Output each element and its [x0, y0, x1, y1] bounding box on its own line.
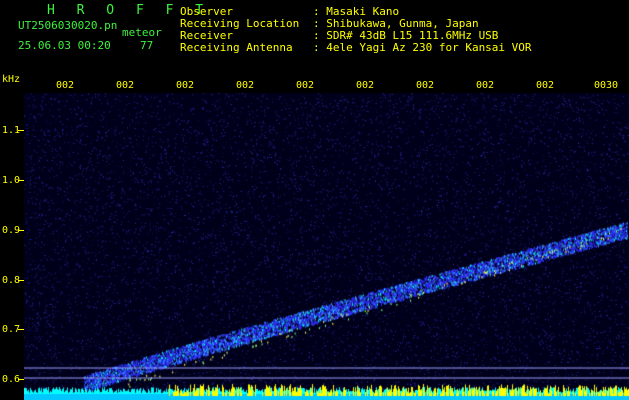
observer-label: Observer	[180, 5, 233, 18]
time-tick-label: 002	[536, 80, 555, 91]
spectrogram-canvas	[24, 93, 629, 400]
frequency-axis: kHz 1.1 1.0 0.9 0.8 0.7 0.6	[0, 0, 24, 400]
location-label: Receiving Location	[180, 17, 300, 30]
filename: UT2506030020.pn	[18, 19, 118, 32]
time-tick-label: 0030	[594, 80, 619, 91]
axis-unit-label: kHz	[2, 74, 21, 85]
antenna-value: : 4ele Yagi Az 230 for Kansai VOR	[313, 41, 532, 54]
location-value: : Shibukawa, Gunma, Japan	[313, 17, 479, 30]
time-tick-label: 002	[476, 80, 495, 91]
meteor-label: meteor	[122, 26, 162, 39]
time-tick-label: 002	[116, 80, 135, 91]
antenna-label: Receiving Antenna	[180, 41, 293, 54]
receiver-label: Receiver	[180, 29, 233, 42]
time-axis: 002 002 002 002 002 002 002 002 002 0030	[24, 80, 629, 93]
time-tick-label: 002	[56, 80, 75, 91]
date-time: 25.06.03 00:20	[18, 39, 111, 52]
time-tick-label: 002	[416, 80, 435, 91]
receiver-value: : SDR# 43dB L15 111.6MHz USB	[313, 29, 499, 42]
time-tick-label: 002	[236, 80, 255, 91]
time-tick-label: 002	[296, 80, 315, 91]
spectrogram-plot	[24, 93, 629, 400]
observer-value: : Masaki Kano	[313, 5, 400, 18]
time-tick-label: 002	[176, 80, 195, 91]
hrofft-window: H R O F F T UT2506030020.pn meteor 25.06…	[0, 0, 629, 400]
time-tick-label: 002	[356, 80, 375, 91]
meteor-count: 77	[140, 39, 154, 52]
